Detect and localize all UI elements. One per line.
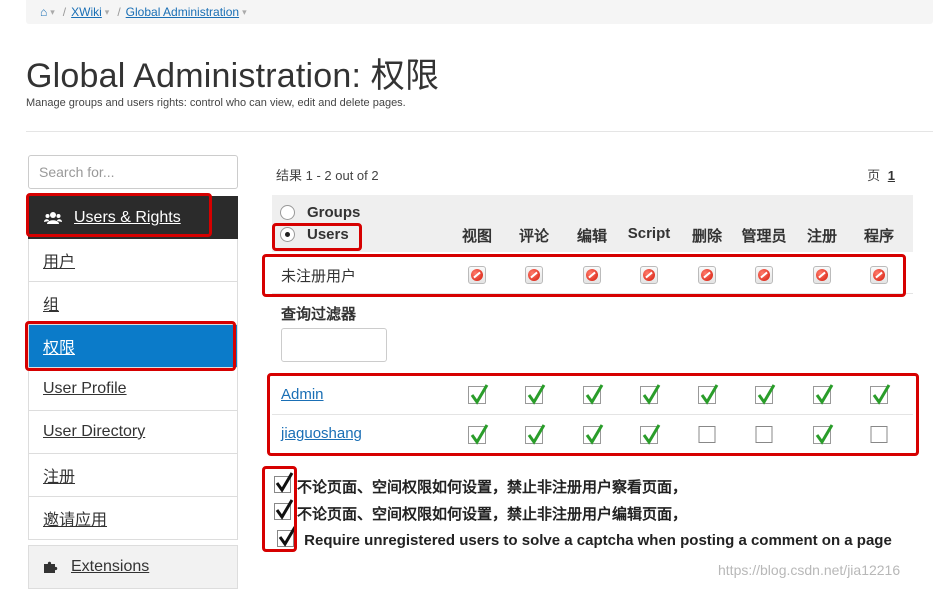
column-header-comment: 评论 <box>518 228 550 245</box>
radio-label: Groups <box>307 204 361 221</box>
search-input[interactable] <box>28 155 238 189</box>
allow-checkmark-icon[interactable] <box>640 384 661 405</box>
checkbox[interactable] <box>274 499 294 520</box>
empty-right-box[interactable] <box>870 426 888 443</box>
allow-checkmark-icon[interactable] <box>870 384 891 405</box>
deny-icon[interactable] <box>813 266 831 284</box>
divider <box>26 131 933 132</box>
page-title: Global Administration: 权限 <box>26 57 440 95</box>
breadcrumb-separator: / <box>117 5 121 19</box>
breadcrumb: ⌂ ▾ / XWiki ▾ / Global Administration ▾ <box>26 0 933 24</box>
allow-checkmark-icon[interactable] <box>468 384 489 405</box>
deny-icon[interactable] <box>698 266 716 284</box>
column-header-script: Script <box>627 225 671 242</box>
allow-checkmark-icon[interactable] <box>640 424 661 445</box>
users-icon <box>44 211 62 224</box>
option-deny-view[interactable]: 不论页面、空间权限如何设置，禁止非注册用户察看页面， <box>274 472 688 497</box>
sidebar-item-users[interactable]: 用户 <box>28 239 238 282</box>
page-subtitle: Manage groups and users rights: control … <box>26 97 406 109</box>
option-label: Require unregistered users to solve a ca… <box>304 532 892 549</box>
sidebar-section-extensions[interactable]: Extensions <box>28 545 238 589</box>
sidebar-section-users-rights[interactable]: Users & Rights <box>28 196 238 239</box>
breadcrumb-xwiki[interactable]: XWiki <box>71 5 102 19</box>
user-link-jiaguoshang[interactable]: jiaguoshang <box>281 425 362 442</box>
sidebar-item-groups[interactable]: 组 <box>28 282 238 325</box>
checkbox[interactable] <box>277 526 297 547</box>
radio-users[interactable]: Users <box>280 226 349 243</box>
chevron-down-icon[interactable]: ▾ <box>242 7 247 18</box>
sidebar-item-rights[interactable]: 权限 <box>28 325 238 368</box>
puzzle-icon <box>44 561 58 573</box>
allow-checkmark-icon[interactable] <box>755 384 776 405</box>
deny-icon[interactable] <box>583 266 601 284</box>
allow-checkmark-icon[interactable] <box>813 424 834 445</box>
column-header-view: 视图 <box>461 228 493 245</box>
chevron-down-icon[interactable]: ▾ <box>105 7 110 18</box>
sidebar-item-registration[interactable]: 注册 <box>28 454 238 497</box>
allow-checkmark-icon[interactable] <box>525 424 546 445</box>
deny-icon[interactable] <box>870 266 888 284</box>
deny-icon[interactable] <box>640 266 658 284</box>
empty-right-box[interactable] <box>755 426 773 443</box>
sidebar-section-label: Extensions <box>71 558 150 575</box>
radio-button[interactable] <box>280 205 295 220</box>
watermark: https://blog.csdn.net/jia12216 <box>718 562 901 578</box>
sidebar-item-user-profile[interactable]: User Profile <box>28 368 238 411</box>
column-header-delete: 删除 <box>691 228 723 245</box>
sidebar-section-label: Users & Rights <box>74 208 181 226</box>
allow-checkmark-icon[interactable] <box>468 424 489 445</box>
user-link-admin[interactable]: Admin <box>281 386 324 403</box>
breadcrumb-separator: / <box>62 5 67 19</box>
column-header-register: 注册 <box>806 228 838 245</box>
sidebar-item-invitation[interactable]: 邀请应用 <box>28 497 238 540</box>
pagination: 页 1 <box>867 165 895 184</box>
option-label: 不论页面、空间权限如何设置，禁止非注册用户编辑页面， <box>297 506 688 523</box>
option-deny-edit[interactable]: 不论页面、空间权限如何设置，禁止非注册用户编辑页面， <box>274 499 688 524</box>
column-header-edit: 编辑 <box>576 228 608 245</box>
home-icon[interactable]: ⌂ <box>40 5 47 19</box>
allow-checkmark-icon[interactable] <box>583 424 604 445</box>
option-label: 不论页面、空间权限如何设置，禁止非注册用户察看页面， <box>297 479 688 496</box>
results-count: 结果 1 - 2 out of 2 <box>276 168 379 183</box>
deny-icon[interactable] <box>755 266 773 284</box>
radio-button[interactable] <box>280 227 295 242</box>
filter-label: 查询过滤器 <box>281 306 357 323</box>
breadcrumb-global-admin[interactable]: Global Administration <box>126 5 239 19</box>
checkmark-icon <box>275 499 294 520</box>
allow-checkmark-icon[interactable] <box>698 384 719 405</box>
allow-checkmark-icon[interactable] <box>583 384 604 405</box>
checkmark-icon <box>278 526 297 547</box>
page-label: 页 <box>867 168 881 183</box>
deny-icon[interactable] <box>468 266 486 284</box>
filter-input[interactable] <box>281 328 387 362</box>
allow-checkmark-icon[interactable] <box>813 384 834 405</box>
chevron-down-icon[interactable]: ▾ <box>50 7 55 18</box>
option-captcha[interactable]: Require unregistered users to solve a ca… <box>274 526 904 552</box>
deny-icon[interactable] <box>525 266 543 284</box>
checkbox[interactable] <box>274 472 294 493</box>
radio-groups[interactable]: Groups <box>280 204 360 221</box>
column-header-admin: 管理员 <box>741 228 787 245</box>
column-header-programming: 程序 <box>863 228 895 245</box>
row-label-unregistered: 未注册用户 <box>281 268 357 285</box>
sidebar-item-user-directory[interactable]: User Directory <box>28 411 238 454</box>
page-number-link[interactable]: 1 <box>888 168 895 183</box>
radio-label: Users <box>307 226 349 243</box>
allow-checkmark-icon[interactable] <box>525 384 546 405</box>
empty-right-box[interactable] <box>698 426 716 443</box>
checkmark-icon <box>275 472 294 493</box>
